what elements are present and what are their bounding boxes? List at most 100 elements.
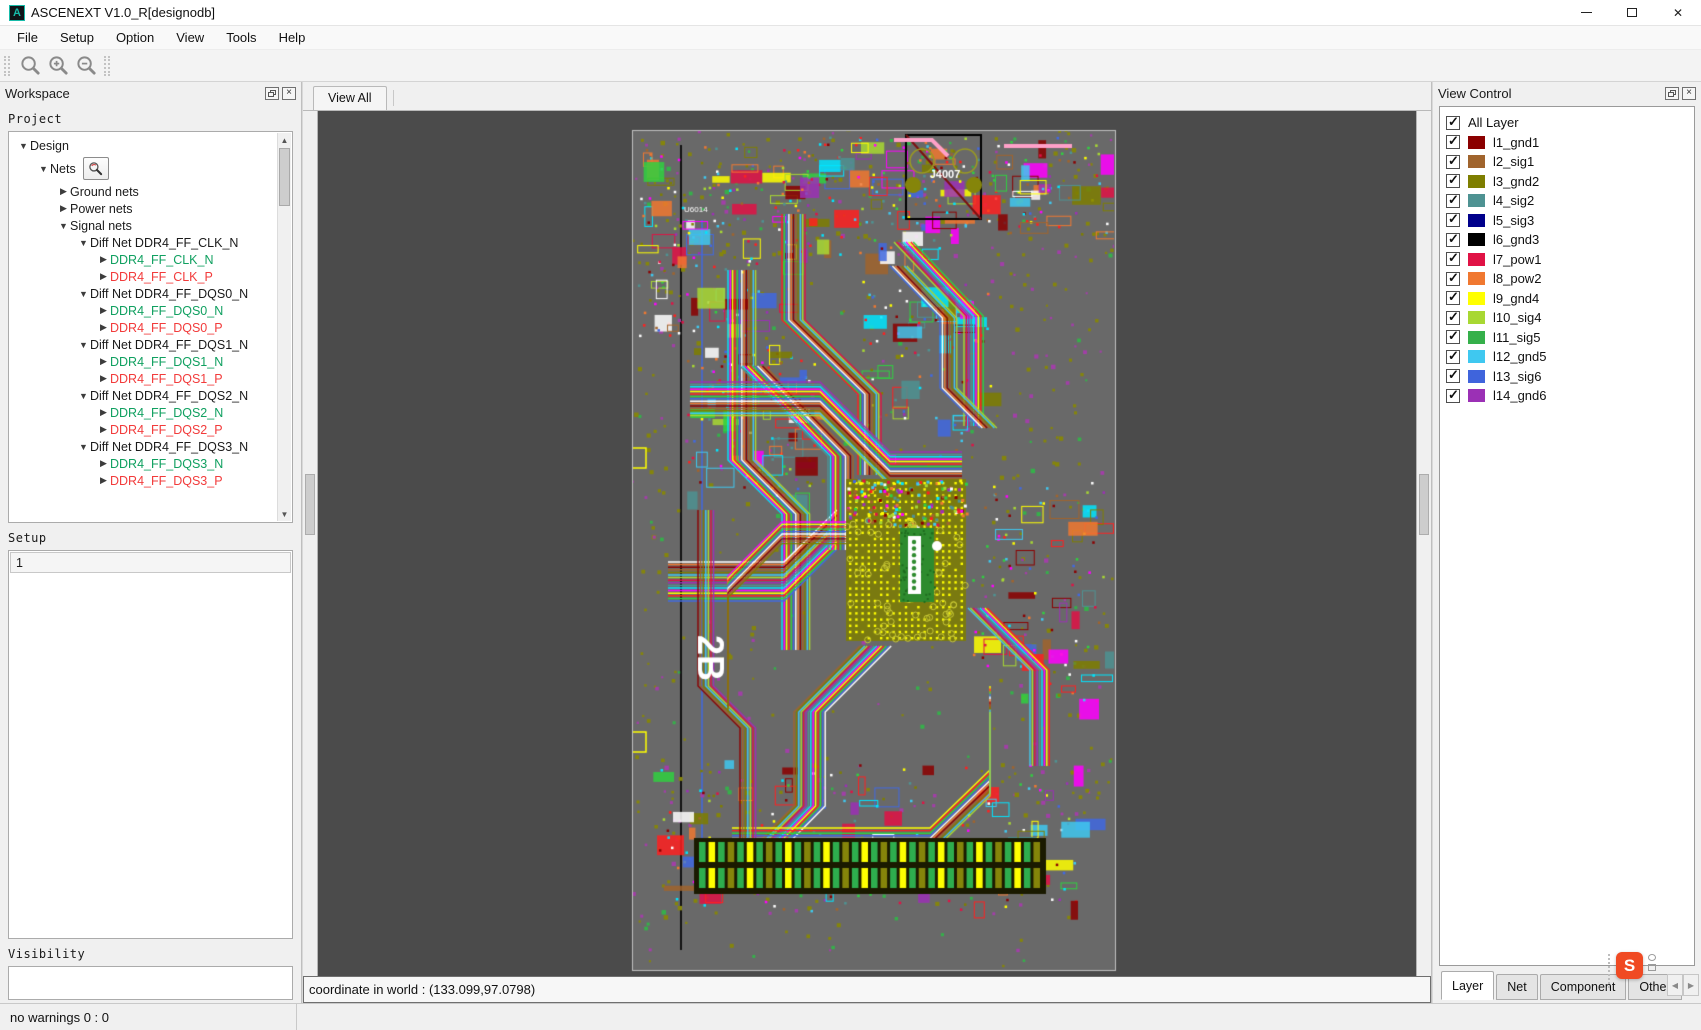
workspace-float-icon[interactable] (265, 87, 279, 100)
layer-visibility-checkbox[interactable]: ✓ (1446, 311, 1460, 325)
view-control-close-icon[interactable]: × (1682, 87, 1696, 100)
tree-item-ddr4-ff-dqs2-p[interactable]: ▶DDR4_FF_DQS2_P (11, 421, 290, 438)
layer-color-swatch[interactable] (1468, 272, 1485, 285)
layer-color-swatch[interactable] (1468, 233, 1485, 246)
tree-item-ddr4-ff-dqs2-n[interactable]: ▶DDR4_FF_DQS2_N (11, 404, 290, 421)
expand-arrow-icon[interactable]: ▶ (97, 407, 110, 418)
layer-color-swatch[interactable] (1468, 331, 1485, 344)
layer-color-swatch[interactable] (1468, 389, 1485, 402)
canvas-right-scrollbar[interactable] (1416, 111, 1431, 976)
tree-item-ddr4-ff-clk-n[interactable]: ▶DDR4_FF_CLK_N (11, 251, 290, 268)
maximize-button[interactable] (1609, 0, 1655, 26)
expand-arrow-icon[interactable]: ▶ (97, 373, 110, 384)
tree-item-design[interactable]: ▼Design (11, 137, 290, 154)
tab-view-all[interactable]: View All (313, 86, 387, 110)
tree-item-ground-nets[interactable]: ▶Ground nets (11, 183, 290, 200)
layer-visibility-checkbox[interactable]: ✓ (1446, 272, 1460, 286)
expand-arrow-icon[interactable]: ▶ (97, 475, 110, 486)
expand-arrow-icon[interactable]: ▶ (97, 458, 110, 469)
overlay-drag-handle[interactable] (1608, 954, 1612, 988)
collapse-arrow-icon[interactable]: ▼ (77, 391, 90, 401)
tree-item-ddr4-ff-dqs3-p[interactable]: ▶DDR4_FF_DQS3_P (11, 472, 290, 489)
tree-item-diff-net-ddr4-ff-dqs0-n[interactable]: ▼Diff Net DDR4_FF_DQS0_N (11, 285, 290, 302)
tree-item-diff-net-ddr4-ff-dqs1-n[interactable]: ▼Diff Net DDR4_FF_DQS1_N (11, 336, 290, 353)
collapse-arrow-icon[interactable]: ▼ (77, 238, 90, 248)
view-control-tab-net[interactable]: Net (1496, 974, 1537, 1000)
layer-visibility-checkbox[interactable]: ✓ (1446, 252, 1460, 266)
layer-color-swatch[interactable] (1468, 350, 1485, 363)
expand-arrow-icon[interactable]: ▶ (97, 305, 110, 316)
scrollbar-thumb[interactable] (1419, 474, 1429, 535)
menu-item-view[interactable]: View (165, 26, 215, 50)
collapse-arrow-icon[interactable]: ▼ (17, 141, 30, 151)
expand-arrow-icon[interactable]: ▶ (97, 322, 110, 333)
layer-visibility-checkbox[interactable]: ✓ (1446, 194, 1460, 208)
layer-visibility-checkbox[interactable]: ✓ (1446, 369, 1460, 383)
tree-item-power-nets[interactable]: ▶Power nets (11, 200, 290, 217)
workspace-close-icon[interactable]: × (282, 87, 296, 100)
tree-scrollbar[interactable]: ▲ ▼ (277, 133, 291, 521)
tree-item-ddr4-ff-dqs0-p[interactable]: ▶DDR4_FF_DQS0_P (11, 319, 290, 336)
zoom-out-button[interactable] (72, 53, 100, 79)
layer-color-swatch[interactable] (1468, 370, 1485, 383)
toolbar-grip[interactable] (104, 56, 110, 76)
tab-scroll-left-icon[interactable]: ◀ (1667, 974, 1683, 996)
tree-item-nets[interactable]: ▼Nets (11, 154, 290, 183)
menu-item-tools[interactable]: Tools (215, 26, 267, 50)
layer-color-swatch[interactable] (1468, 155, 1485, 168)
layer-color-swatch[interactable] (1468, 194, 1485, 207)
tree-item-ddr4-ff-dqs0-n[interactable]: ▶DDR4_FF_DQS0_N (11, 302, 290, 319)
layer-color-swatch[interactable] (1468, 292, 1485, 305)
tree-item-diff-net-ddr4-ff-dqs2-n[interactable]: ▼Diff Net DDR4_FF_DQS2_N (11, 387, 290, 404)
layer-color-swatch[interactable] (1468, 175, 1485, 188)
scroll-up-icon[interactable]: ▲ (278, 133, 291, 147)
view-control-float-icon[interactable] (1665, 87, 1679, 100)
setup-list-item[interactable]: 1 (10, 552, 291, 573)
scroll-down-icon[interactable]: ▼ (278, 507, 291, 521)
expand-arrow-icon[interactable]: ▶ (97, 271, 110, 282)
layer-visibility-checkbox[interactable]: ✓ (1446, 155, 1460, 169)
collapse-arrow-icon[interactable]: ▼ (77, 442, 90, 452)
collapse-arrow-icon[interactable]: ▼ (57, 221, 70, 231)
menu-item-option[interactable]: Option (105, 26, 165, 50)
canvas-left-scrollbar[interactable] (303, 111, 318, 976)
tree-item-diff-net-ddr4-ff-clk-n[interactable]: ▼Diff Net DDR4_FF_CLK_N (11, 234, 290, 251)
expand-arrow-icon[interactable]: ▶ (97, 424, 110, 435)
tree-item-ddr4-ff-dqs3-n[interactable]: ▶DDR4_FF_DQS3_N (11, 455, 290, 472)
expand-arrow-icon[interactable]: ▶ (57, 186, 70, 197)
tree-item-signal-nets[interactable]: ▼Signal nets (11, 217, 290, 234)
layer-visibility-checkbox[interactable]: ✓ (1446, 330, 1460, 344)
menu-item-file[interactable]: File (6, 26, 49, 50)
layer-color-swatch[interactable] (1468, 311, 1485, 324)
expand-arrow-icon[interactable]: ▶ (57, 203, 70, 214)
zoom-search-button[interactable] (16, 53, 44, 79)
close-button[interactable]: ✕ (1655, 0, 1701, 26)
layer-color-swatch[interactable] (1468, 136, 1485, 149)
layer-visibility-checkbox[interactable]: ✓ (1446, 213, 1460, 227)
layer-visibility-checkbox[interactable]: ✓ (1446, 116, 1460, 130)
tree-item-ddr4-ff-clk-p[interactable]: ▶DDR4_FF_CLK_P (11, 268, 290, 285)
layer-visibility-checkbox[interactable]: ✓ (1446, 291, 1460, 305)
overlay-square-icon[interactable] (1648, 964, 1656, 971)
layer-visibility-checkbox[interactable]: ✓ (1446, 135, 1460, 149)
toolbar-grip[interactable] (4, 56, 10, 76)
menu-item-setup[interactable]: Setup (49, 26, 105, 50)
zoom-in-button[interactable] (44, 53, 72, 79)
expand-arrow-icon[interactable]: ▶ (97, 356, 110, 367)
layer-color-swatch[interactable] (1468, 253, 1485, 266)
expand-arrow-icon[interactable]: ▶ (97, 254, 110, 265)
tree-item-ddr4-ff-dqs1-n[interactable]: ▶DDR4_FF_DQS1_N (11, 353, 290, 370)
tree-item-diff-net-ddr4-ff-dqs3-n[interactable]: ▼Diff Net DDR4_FF_DQS3_N (11, 438, 290, 455)
scrollbar-thumb[interactable] (279, 148, 290, 206)
scrollbar-thumb[interactable] (305, 474, 315, 535)
collapse-arrow-icon[interactable]: ▼ (77, 289, 90, 299)
collapse-arrow-icon[interactable]: ▼ (37, 164, 50, 174)
overlay-circle-icon[interactable] (1648, 954, 1656, 961)
pcb-design-canvas[interactable] (318, 111, 1416, 976)
tree-item-ddr4-ff-dqs1-p[interactable]: ▶DDR4_FF_DQS1_P (11, 370, 290, 387)
menu-item-help[interactable]: Help (268, 26, 317, 50)
collapse-arrow-icon[interactable]: ▼ (77, 340, 90, 350)
minimize-button[interactable] (1563, 0, 1609, 26)
layer-color-swatch[interactable] (1468, 214, 1485, 227)
layer-visibility-checkbox[interactable]: ✓ (1446, 389, 1460, 403)
